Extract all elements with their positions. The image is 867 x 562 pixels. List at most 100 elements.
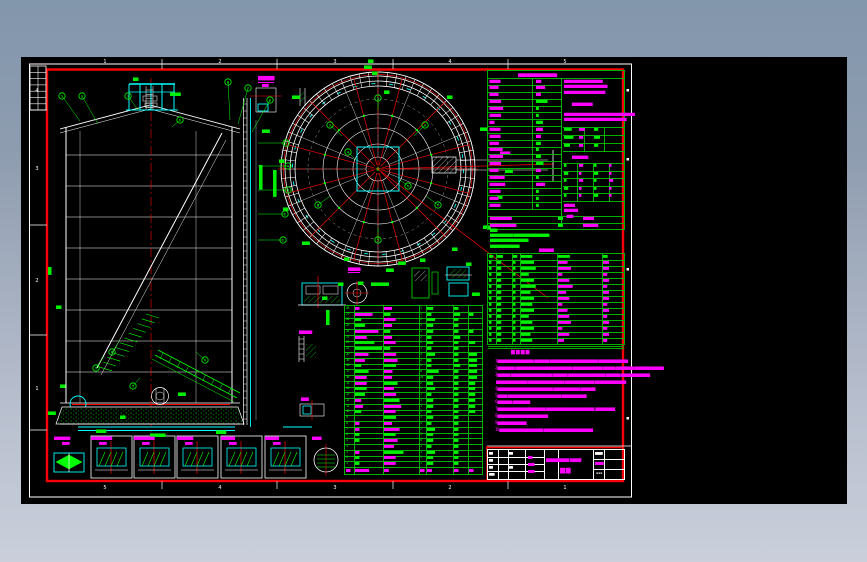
- cell: ▆: [609, 170, 611, 175]
- line: [385, 72, 388, 87]
- line: 2: [284, 211, 287, 216]
- bom-cell: 12: [346, 397, 349, 402]
- mat-cell: ▆: [489, 272, 491, 277]
- bom-cell: ▆▆▆▆▆▆: [355, 386, 367, 391]
- bom-cell: ▆▆: [454, 420, 458, 425]
- line: [133, 328, 147, 333]
- mat-cell: ▆▆▆▆▆: [521, 290, 530, 295]
- cell: ▆▆: [594, 170, 598, 175]
- mat-cell: ▆: [489, 320, 491, 325]
- bom-cell: ▆▆: [454, 340, 458, 345]
- line: [61, 95, 81, 122]
- mat-cell: ▆: [513, 308, 515, 313]
- tech-label: ▆▆▆▆: [489, 195, 499, 200]
- mat-header: ▆▆▆▆ ▆ ▆: [558, 254, 570, 259]
- bom-cell: ▆▆: [355, 438, 359, 443]
- bom-cell: ▆▆: [355, 449, 359, 454]
- bom-cell: 24: [420, 374, 423, 379]
- line: 8: [269, 97, 272, 102]
- tech-label: ▆▆▆▆: [489, 85, 499, 90]
- mat-cell: ▆: [489, 290, 491, 295]
- mat-cell: ▆▆: [558, 272, 562, 277]
- bom-cell: ▆▆▆: [469, 397, 475, 402]
- bom-cell: 4: [420, 351, 422, 356]
- mat-cell: ▆▆▆▆▆▆▆: [521, 308, 534, 313]
- cell: ▆: [594, 178, 596, 183]
- bom-cell: ▆▆▆▆▆▆: [355, 380, 367, 385]
- bom-cell: ▆▆▆▆: [469, 369, 477, 374]
- bom-cell: ▆▆▆▆▆▆▆▆▆: [384, 403, 401, 408]
- bom-cell: ▆▆▆▆▆▆: [384, 409, 396, 414]
- line: [391, 114, 394, 118]
- mat-cell: ▆▆: [497, 284, 501, 289]
- cell: ▆▆▆▆▆: [564, 135, 573, 139]
- tech-value: ▆: [536, 112, 539, 117]
- cell: ▆: [609, 163, 611, 167]
- mat-cell: ▆▆: [603, 272, 607, 277]
- detail-subcaption: ▆▆▆▆: [229, 441, 237, 445]
- bom-cell: 1: [420, 340, 422, 345]
- tech-value: ▆: [536, 202, 539, 207]
- bom-cell: ▆▆▆▆▆: [355, 392, 365, 397]
- bom-cell: 1: [420, 443, 422, 448]
- mat-cell: ▆▆▆▆▆▆: [521, 338, 532, 343]
- line: [137, 323, 151, 328]
- mat-cell: ▆▆▆: [603, 260, 609, 265]
- bom-header: ▆▆: [346, 467, 350, 472]
- line: 7: [247, 85, 250, 90]
- bom-cell: ▆▆: [454, 369, 458, 374]
- bom-cell: ▆▆▆: [427, 415, 433, 420]
- line: [149, 108, 241, 134]
- mat-cell: ▆▆▆: [603, 278, 609, 283]
- bom-cell: ▆▆▆: [427, 461, 433, 466]
- bom-cell: ▆▆▆▆▆▆: [384, 432, 396, 437]
- bom-cell: 1: [420, 415, 422, 420]
- label-34: ▆▆▆▆: [216, 429, 226, 434]
- drawing-linework: 12345543214321123567894321895423671549: [29, 59, 632, 498]
- bom-cell: 1: [420, 403, 422, 408]
- mat-cell: ▆▆: [497, 326, 501, 331]
- tech-table: ▆▆▆ ▆▆▆▆▆▆▆▆▆▆▆▆ ▆▆▆▆▆ ▆ ▆ ▆▆▆▆ ▆▆▆▆ ▆▆▆▆ ▆▆ ▆▆…: [487, 70, 635, 230]
- line: [147, 451, 155, 467]
- bom-cell: ▆▆▆: [427, 328, 433, 333]
- tb-right-mid: ▆▆▆ ▆: [595, 461, 604, 465]
- note-line: 4 ▆▆▆▆▆▆▆▆▆▆▆▆▆▆▆▆▆▆▆▆▆▆▆, ▆▆▆▆▆▆▆▆▆▆▆, …: [495, 385, 595, 391]
- tech-label: ▆▆▆▆ ▆: [489, 161, 501, 166]
- line: [202, 374, 206, 382]
- detail-subcaption: ▆▆▆▆: [62, 441, 70, 445]
- line: [55, 454, 70, 470]
- label-38: ▆▆: [420, 257, 425, 262]
- mat-cell: ▆▆▆▆▆▆▆: [521, 260, 534, 265]
- bom-cell: 17: [346, 369, 349, 374]
- line: [210, 379, 215, 386]
- tech-label: ▆▆▆▆▆▆: [489, 147, 503, 152]
- mat-cell: ▆▆: [558, 326, 562, 331]
- label-30: ▆▆▆▆: [96, 428, 106, 433]
- mat-cell: ▆: [489, 266, 491, 271]
- note-line: 8 ▆▆▆▆▆▆▆▆▆▆▆▆▆▆▆▆▆▆▆▆▆: [495, 413, 548, 419]
- mat-header: ▆▆: [489, 254, 493, 259]
- mat-cell: ▆▆▆▆: [521, 314, 529, 319]
- bom-cell: ▆▆▆▆▆▆▆: [384, 438, 398, 443]
- bom-cell: ▆▆▆▆▆▆▆: [355, 369, 369, 374]
- line: [340, 79, 347, 93]
- bom-cell: ▆▆: [454, 374, 458, 379]
- line: [104, 451, 112, 467]
- mat-cell: ▆▆: [497, 296, 501, 301]
- line: [306, 344, 316, 358]
- bom-cell: ▆▆▆: [427, 340, 433, 345]
- line: [287, 144, 375, 169]
- bom-cell: ▆▆▆▆: [427, 317, 435, 322]
- tech-right-label: ▆▆▆▆▆▆▆▆▆: [572, 101, 593, 106]
- line: 7: [437, 202, 440, 207]
- bom-cell: ▆▆▆: [355, 363, 361, 368]
- bom-cell: 26: [346, 317, 349, 322]
- label-43: ▆▆ ▆▆: [170, 91, 181, 96]
- line: [115, 347, 129, 352]
- bom-cell: 15: [346, 380, 349, 385]
- cell: ▆: [594, 163, 596, 167]
- bom-cell: 11: [346, 403, 349, 408]
- bom-cell: ▆▆▆: [469, 392, 475, 397]
- tb-left: ▆▆: [489, 457, 493, 462]
- tech-right-para: ▆▆ ▆▆▆▆: [564, 208, 578, 213]
